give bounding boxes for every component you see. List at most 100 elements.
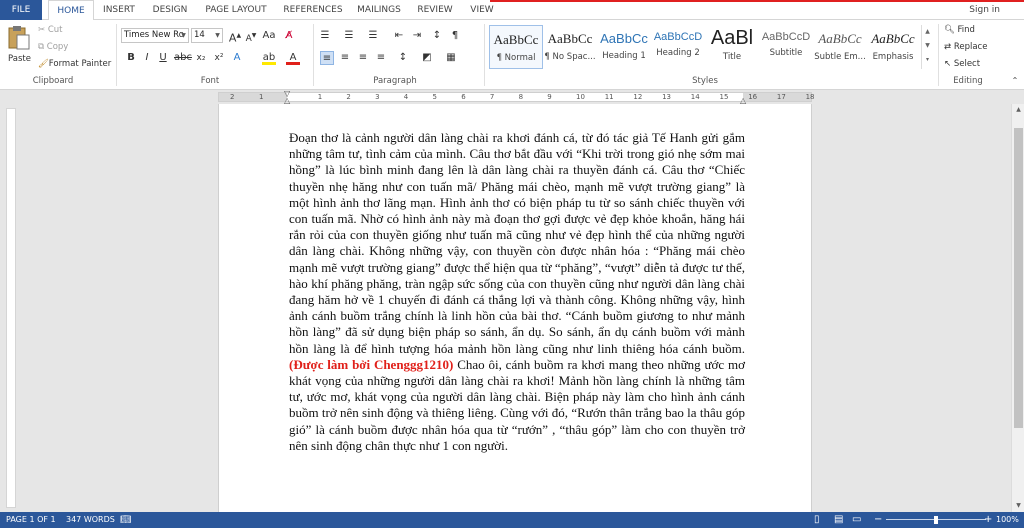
tab-review[interactable]: REVIEW	[414, 0, 456, 20]
style-title[interactable]: AaBl Title	[705, 25, 759, 69]
style-no-spacing[interactable]: AaBbCc ¶ No Spac...	[543, 25, 597, 69]
cut-label: Cut	[47, 25, 63, 35]
increase-indent-icon[interactable]: ⇥	[410, 29, 424, 43]
tab-view[interactable]: VIEW	[464, 0, 500, 20]
paragraph-group-label: Paragraph	[373, 76, 417, 86]
chevron-down-icon: ▼	[215, 32, 220, 39]
strikethrough-icon[interactable]: abc	[174, 51, 192, 65]
copy-label: Copy	[46, 42, 69, 52]
scroll-up-icon[interactable]: ▲	[1012, 104, 1024, 116]
format-painter-label: Format Painter	[48, 59, 112, 69]
ruler-tick-label: 15	[719, 93, 729, 101]
tab-page-layout[interactable]: PAGE LAYOUT	[200, 0, 272, 20]
style-subtle-emphasis[interactable]: AaBbCc Subtle Em...	[813, 25, 867, 69]
ruler-tick-label: 8	[518, 93, 524, 101]
highlight-icon[interactable]: ab	[262, 51, 276, 65]
ruler-tick-label: 14	[690, 93, 700, 101]
style-heading-2[interactable]: AaBbCcD Heading 2	[651, 25, 705, 69]
borders-icon[interactable]: ▦	[444, 51, 458, 65]
align-right-icon[interactable]: ≡	[356, 51, 370, 65]
sort-icon[interactable]: ↕	[430, 29, 444, 43]
tab-insert[interactable]: INSERT	[98, 0, 140, 20]
indent-marker-icon[interactable]: ▽ △	[284, 90, 290, 105]
align-center-icon[interactable]: ≡	[338, 51, 352, 65]
ruler-tick-label: 5	[432, 93, 437, 101]
text-effects-icon[interactable]: A	[230, 51, 244, 65]
grow-font-icon[interactable]: A▲	[228, 29, 242, 45]
styles-gallery-scroll[interactable]: ▲ ▼ ▾	[921, 25, 933, 69]
justify-icon[interactable]: ≡	[374, 51, 388, 65]
ruler-tick-label: 18	[805, 93, 815, 101]
superscript-icon[interactable]: x²	[212, 51, 226, 65]
style-subtitle[interactable]: AaBbCcD Subtitle	[759, 25, 813, 69]
font-color-icon[interactable]: A	[286, 51, 300, 65]
underline-icon[interactable]: U	[156, 51, 170, 65]
title-accent-line	[490, 0, 1024, 2]
word-count[interactable]: 347 WORDS	[66, 512, 115, 528]
sign-in-link[interactable]: Sign in	[969, 0, 1000, 20]
line-spacing-icon[interactable]: ↕	[396, 51, 410, 65]
document-body[interactable]: Đoạn thơ là cảnh người dân làng chài ra …	[289, 130, 745, 454]
find-button[interactable]: 🔍︎ Find	[944, 25, 975, 35]
web-layout-icon[interactable]: ▭	[852, 512, 861, 528]
cut-button[interactable]: ✂ Cut	[38, 25, 62, 35]
read-mode-icon[interactable]: ▯	[814, 512, 820, 528]
collapse-ribbon-icon[interactable]: ⌃	[1008, 74, 1022, 88]
more-icon: ▾	[925, 56, 929, 63]
shrink-font-icon[interactable]: A▼	[244, 29, 258, 44]
page-count[interactable]: PAGE 1 OF 1	[6, 512, 56, 528]
replace-button[interactable]: ⇄ Replace	[944, 42, 987, 52]
tab-file[interactable]: FILE	[0, 0, 42, 20]
replace-icon: ⇄	[944, 42, 954, 52]
style-emphasis[interactable]: AaBbCc Emphasis	[866, 25, 920, 69]
italic-icon[interactable]: I	[140, 51, 154, 65]
bold-icon[interactable]: B	[124, 51, 138, 65]
brush-icon: 🖌	[38, 59, 49, 69]
font-size-combo[interactable]: 14 ▼	[191, 28, 223, 43]
style-normal[interactable]: AaBbCc ¶ Normal	[489, 25, 543, 69]
print-layout-icon[interactable]: ▤	[834, 512, 843, 528]
style-heading-1[interactable]: AaBbCc Heading 1	[597, 25, 651, 69]
zoom-out-icon[interactable]: −	[874, 512, 882, 528]
numbering-icon[interactable]: ☰	[342, 29, 356, 43]
select-label: Select	[953, 59, 981, 69]
style-name: Subtle Em...	[814, 52, 866, 62]
styles-group-label: Styles	[692, 76, 718, 86]
ruler-tick-label: 2	[346, 93, 351, 101]
format-painter-button[interactable]: 🖌Format Painter	[38, 59, 111, 69]
zoom-slider-thumb[interactable]	[934, 516, 938, 524]
shading-icon[interactable]: ◩	[420, 51, 434, 65]
show-formatting-icon[interactable]: ¶	[448, 29, 462, 43]
select-button[interactable]: ↖ Select	[944, 59, 980, 69]
font-group-label: Font	[200, 76, 220, 86]
ruler-tick-label: 17	[776, 93, 786, 101]
zoom-level[interactable]: 100%	[996, 512, 1019, 528]
align-left-icon[interactable]: ≡	[320, 51, 334, 65]
horizontal-ruler[interactable]: 2 1 1 2 3 4 5 6 7 8 9 10 11 12 13 14 15 16 17 18 ▽ △ △	[0, 90, 1024, 105]
zoom-in-icon[interactable]: +	[984, 512, 992, 528]
scroll-down-icon[interactable]: ▼	[1012, 500, 1024, 512]
ruler-tick-label: 2	[230, 93, 235, 101]
ruler-tick-label: 13	[662, 93, 672, 101]
proofing-icon[interactable]: 📖︎	[120, 512, 131, 528]
tab-home[interactable]: HOME	[48, 0, 94, 21]
vertical-scrollbar[interactable]: ▲ ▼	[1011, 104, 1024, 512]
paste-button[interactable]: Paste	[4, 24, 34, 72]
style-name: Title	[722, 52, 742, 62]
style-name: Emphasis	[872, 52, 914, 62]
decrease-indent-icon[interactable]: ⇤	[392, 29, 406, 43]
tab-mailings[interactable]: MAILINGS	[352, 0, 406, 20]
tab-design[interactable]: DESIGN	[148, 0, 192, 20]
style-name: ¶ No Spac...	[544, 52, 596, 62]
copy-button[interactable]: ⧉ Copy	[38, 42, 68, 52]
style-sample: AaBbCc	[493, 32, 539, 47]
change-case-icon[interactable]: Aa	[262, 29, 276, 43]
scrollbar-thumb[interactable]	[1014, 128, 1023, 428]
multilevel-list-icon[interactable]: ☰	[366, 29, 380, 43]
font-name-combo[interactable]: Times New Ro ▼	[121, 28, 189, 43]
subscript-icon[interactable]: x₂	[194, 51, 208, 65]
tab-references[interactable]: REFERENCES	[280, 0, 346, 20]
document-page[interactable]: Đoạn thơ là cảnh người dân làng chài ra …	[218, 104, 812, 512]
bullets-icon[interactable]: ☰	[318, 29, 332, 43]
clear-formatting-icon[interactable]: A̸	[282, 29, 296, 43]
